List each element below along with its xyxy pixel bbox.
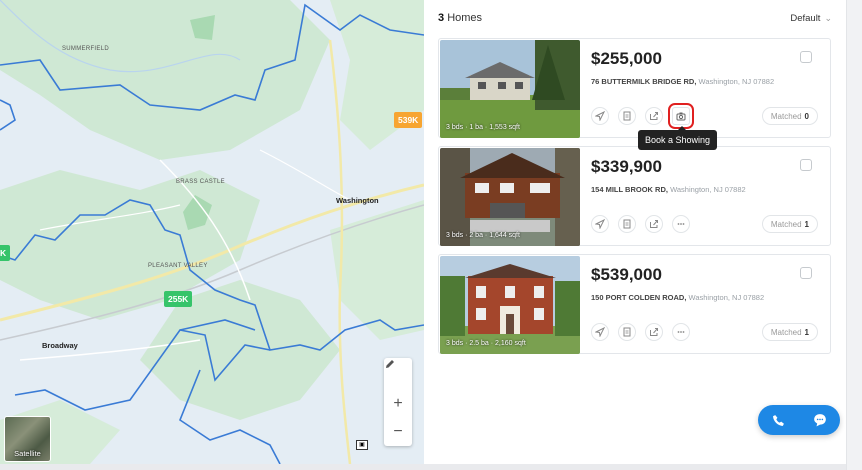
matched-badge[interactable]: Matched 1 [761, 323, 818, 341]
listing-actions [591, 323, 690, 341]
listing-street: 76 BUTTERMILK BRIDGE RD, [591, 77, 697, 86]
matched-count: 0 [804, 111, 809, 121]
area-label-brass-castle: BRASS CASTLE [176, 179, 225, 185]
ellipsis-icon [677, 331, 685, 333]
call-button[interactable] [769, 410, 789, 430]
document-icon [623, 219, 631, 229]
ellipsis-icon [677, 223, 685, 225]
listing-card[interactable]: 3 bds · 1 ba · 1,553 sqft $255,000 76 BU… [438, 38, 831, 138]
navigation-arrow-icon [595, 327, 605, 337]
results-count-label: Homes [447, 12, 483, 24]
share-button[interactable] [645, 215, 663, 233]
pencil-icon [386, 360, 394, 368]
satellite-label: Satellite [14, 449, 41, 458]
select-checkbox[interactable] [800, 51, 812, 63]
list-header: 3 Homes Default ⌄ [438, 10, 832, 26]
listing-address[interactable]: 154 MILL BROOK RD, Washington, NJ 07882 [591, 184, 791, 196]
matched-badge[interactable]: Matched 0 [761, 107, 818, 125]
map-marker-icon: ▣ [356, 440, 368, 450]
select-checkbox[interactable] [800, 159, 812, 171]
listing-address[interactable]: 150 PORT COLDEN ROAD, Washington, NJ 078… [591, 292, 791, 304]
bottom-strip [0, 464, 846, 470]
map-view[interactable]: SUMMERFIELD BRASS CASTLE PLEASANT VALLEY… [0, 0, 424, 464]
area-label-pleasant-valley: PLEASANT VALLEY [148, 263, 208, 269]
listing-price: $539,000 [591, 265, 662, 284]
share-icon [650, 328, 658, 336]
chat-button[interactable] [810, 410, 830, 430]
share-icon [650, 220, 658, 228]
navigation-arrow-icon [595, 219, 605, 229]
notes-button[interactable] [618, 215, 636, 233]
listing-actions [591, 103, 694, 129]
sort-value: Default [790, 12, 821, 24]
select-checkbox[interactable] [800, 267, 812, 279]
listing-photo[interactable]: 3 bds · 2 ba · 1,644 sqft [440, 148, 580, 246]
sort-dropdown[interactable]: Default ⌄ [790, 13, 832, 24]
map-canvas[interactable] [0, 0, 424, 464]
listing-photo[interactable]: 3 bds · 2.5 ba · 2,160 sqft [440, 256, 580, 354]
listing-price: $339,900 [591, 157, 662, 176]
contact-widget [758, 405, 840, 435]
phone-icon [773, 414, 784, 426]
share-icon [650, 112, 658, 120]
listing-street: 150 PORT COLDEN ROAD, [591, 293, 687, 302]
notes-button[interactable] [618, 107, 636, 125]
town-label-broadway: Broadway [42, 341, 78, 350]
results-count-number: 3 [438, 12, 445, 24]
book-showing-button[interactable] [668, 103, 694, 129]
listing-panel: 3 Homes Default ⌄ 3 bds · 1 ba · 1,553 s… [424, 0, 846, 464]
zoom-out-button[interactable]: − [384, 418, 412, 446]
area-label-summerfield: SUMMERFIELD [62, 46, 109, 52]
camera-icon [676, 112, 686, 121]
directions-button[interactable] [591, 323, 609, 341]
listing-card[interactable]: 3 bds · 2.5 ba · 2,160 sqft $539,000 150… [438, 254, 831, 354]
notes-button[interactable] [618, 323, 636, 341]
matched-count: 1 [804, 219, 809, 229]
listing-city: Washington, NJ 07882 [688, 293, 765, 302]
listing-specs: 3 bds · 1 ba · 1,553 sqft [446, 124, 520, 131]
directions-button[interactable] [591, 215, 609, 233]
map-price-pin[interactable]: 255K [164, 291, 193, 307]
listing-card[interactable]: 3 bds · 2 ba · 1,644 sqft $339,900 154 M… [438, 146, 831, 246]
tooltip: Book a Showing [638, 126, 718, 150]
matched-label: Matched [770, 327, 802, 337]
listing-city: Washington, NJ 07882 [670, 185, 746, 194]
town-label-washington: Washington [336, 196, 379, 205]
listing-actions [591, 215, 690, 233]
chat-bubble-icon [813, 414, 826, 427]
navigation-arrow-icon [595, 111, 605, 121]
map-tools: + − [384, 358, 412, 446]
draw-pencil-button[interactable] [384, 358, 412, 386]
zoom-in-button[interactable]: + [384, 390, 412, 418]
plus-icon: + [393, 395, 403, 412]
chevron-down-icon: ⌄ [824, 12, 832, 23]
app-root: SUMMERFIELD BRASS CASTLE PLEASANT VALLEY… [0, 0, 862, 470]
more-options-button[interactable] [672, 215, 690, 233]
listing-specs: 3 bds · 2.5 ba · 2,160 sqft [446, 340, 526, 347]
listing-photo[interactable]: 3 bds · 1 ba · 1,553 sqft [440, 40, 580, 138]
scrollbar[interactable] [846, 0, 862, 470]
matched-label: Matched [770, 111, 802, 121]
map-price-pin[interactable]: K [0, 245, 11, 261]
listing-city: Washington, NJ 07882 [698, 77, 775, 86]
results-count: 3 Homes [438, 12, 482, 24]
share-button[interactable] [645, 323, 663, 341]
map-price-pin[interactable]: 539K [394, 112, 423, 128]
share-button[interactable] [645, 107, 663, 125]
directions-button[interactable] [591, 107, 609, 125]
listing-street: 154 MILL BROOK RD, [591, 185, 668, 194]
minus-icon: − [393, 423, 403, 440]
document-icon [623, 111, 631, 121]
listing-address[interactable]: 76 BUTTERMILK BRIDGE RD, Washington, NJ … [591, 76, 791, 88]
document-icon [623, 327, 631, 337]
listing-specs: 3 bds · 2 ba · 1,644 sqft [446, 232, 520, 239]
matched-count: 1 [804, 327, 809, 337]
listing-price: $255,000 [591, 49, 662, 68]
matched-badge[interactable]: Matched 1 [761, 215, 818, 233]
more-options-button[interactable] [672, 323, 690, 341]
matched-label: Matched [770, 219, 802, 229]
satellite-toggle[interactable]: Satellite [4, 416, 51, 462]
